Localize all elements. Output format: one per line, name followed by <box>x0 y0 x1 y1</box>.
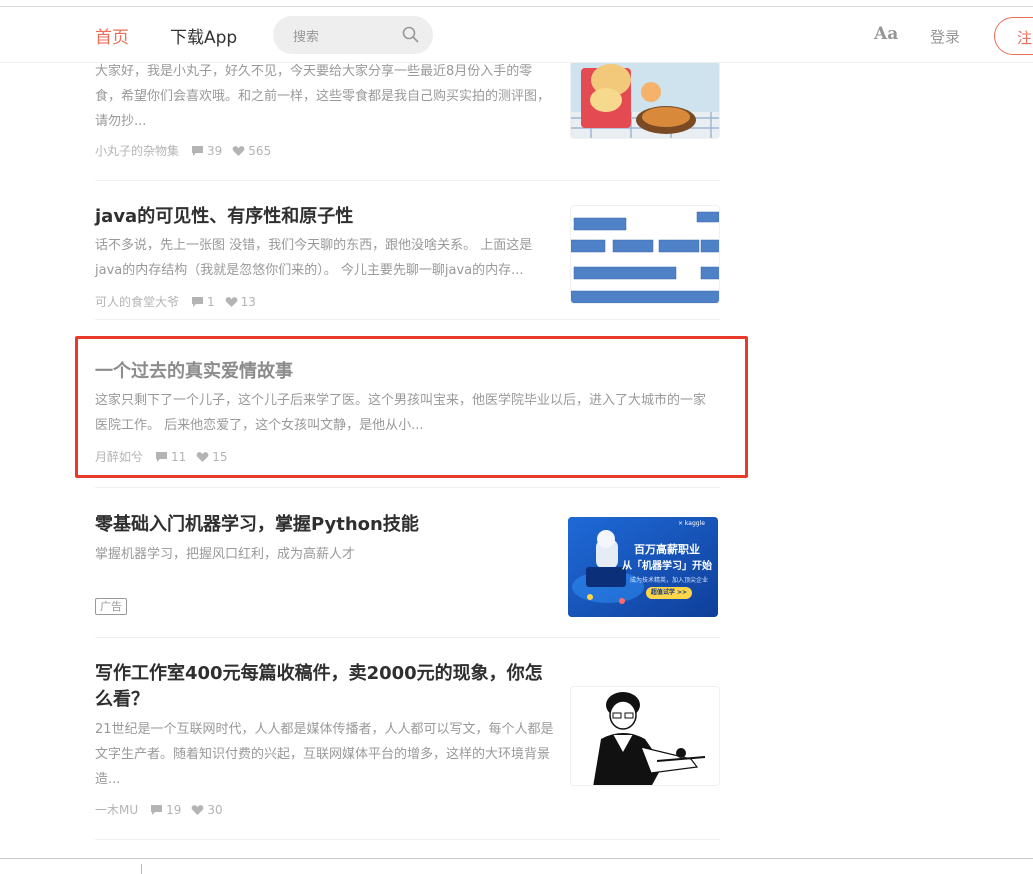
heart-icon <box>232 145 245 156</box>
comment-icon <box>151 804 163 815</box>
bottom-divider <box>0 858 1033 859</box>
author-name[interactable]: 小丸子的杂物集 <box>95 142 179 159</box>
list-item[interactable]: 大家好，我是小丸子，好久不见，今天要给大家分享一些最近8月份入手的零食，希望你们… <box>95 61 720 181</box>
article-meta: 小丸子的杂物集 39 565 <box>95 142 281 159</box>
search-box[interactable]: 搜索 <box>273 16 433 54</box>
article-thumbnail[interactable] <box>570 686 720 786</box>
article-thumbnail[interactable] <box>570 205 720 304</box>
author-name[interactable]: 一木MU <box>95 801 138 818</box>
article-title[interactable]: java的可见性、有序性和原子性 <box>95 204 353 230</box>
search-icon[interactable] <box>401 25 421 45</box>
like-count: 30 <box>191 803 223 817</box>
signup-button[interactable]: 注 <box>994 17 1033 55</box>
article-abstract: 大家好，我是小丸子，好久不见，今天要给大家分享一些最近8月份入手的零食，希望你们… <box>95 64 551 129</box>
heart-icon <box>192 804 204 815</box>
like-count: 565 <box>232 144 271 158</box>
article-title[interactable]: 写作工作室400元每篇收稿件，卖2000元的现象，你怎么看？ <box>95 661 555 713</box>
list-item[interactable]: java的可见性、有序性和原子性 话不多说，先上一张图 没错，我们今天聊的东西，… <box>95 181 720 320</box>
article-meta: 一木MU 19 30 <box>95 801 233 818</box>
ad-title[interactable]: 零基础入门机器学习，掌握Python技能 <box>95 512 419 538</box>
font-size-icon[interactable]: Aa <box>874 24 898 44</box>
selection-highlight <box>75 336 748 478</box>
comment-icon <box>192 296 204 307</box>
ad-badge: 广告 <box>95 598 127 615</box>
ad-cta-button[interactable]: 超值试学 >> <box>646 587 692 599</box>
heart-icon <box>225 296 237 307</box>
article-thumbnail[interactable] <box>570 61 720 139</box>
like-count: 13 <box>225 295 256 309</box>
comment-icon <box>192 145 204 156</box>
top-navbar: 首页 下载App 搜索 Aa 登录 注 <box>0 7 1033 63</box>
ad-sub: 成为技术精英，加入顶尖企业 <box>630 577 709 584</box>
comment-count[interactable]: 39 <box>191 144 222 158</box>
article-abstract: 21世纪是一个互联网时代，人人都是媒体传播者，人人都可以写文，每个人都是文字生产… <box>95 722 554 787</box>
ad-banner[interactable]: × kaggle 百万高薪职业 从「机器学习」开始 成为技术精英，加入顶尖企业 … <box>568 517 718 617</box>
article-abstract: 话不多说，先上一张图 没错，我们今天聊的东西，跟他没啥关系。 上面这是java的… <box>95 238 533 278</box>
bottom-tick <box>141 864 142 874</box>
nav-home-link[interactable]: 首页 <box>95 23 129 48</box>
article-meta: 可人的食堂大爷 1 13 <box>95 293 266 310</box>
comment-count[interactable]: 19 <box>150 803 181 817</box>
ad-headline-1: 百万高薪职业 <box>634 543 700 556</box>
author-name[interactable]: 可人的食堂大爷 <box>95 293 179 310</box>
ad-partner: × kaggle <box>678 520 705 527</box>
ad-headline-2: 从「机器学习」开始 <box>622 561 712 572</box>
comment-count[interactable]: 1 <box>191 295 215 309</box>
ad-abstract: 掌握机器学习，把握风口红利，成为高薪人才 <box>95 547 356 562</box>
nav-download-app-link[interactable]: 下载App <box>170 23 237 48</box>
login-link[interactable]: 登录 <box>930 26 960 47</box>
ad-item[interactable]: 零基础入门机器学习，掌握Python技能 掌握机器学习，把握风口红利，成为高薪人… <box>95 488 720 638</box>
list-item[interactable]: 写作工作室400元每篇收稿件，卖2000元的现象，你怎么看？ 21世纪是一个互联… <box>95 638 720 840</box>
search-input[interactable]: 搜索 <box>293 26 319 45</box>
